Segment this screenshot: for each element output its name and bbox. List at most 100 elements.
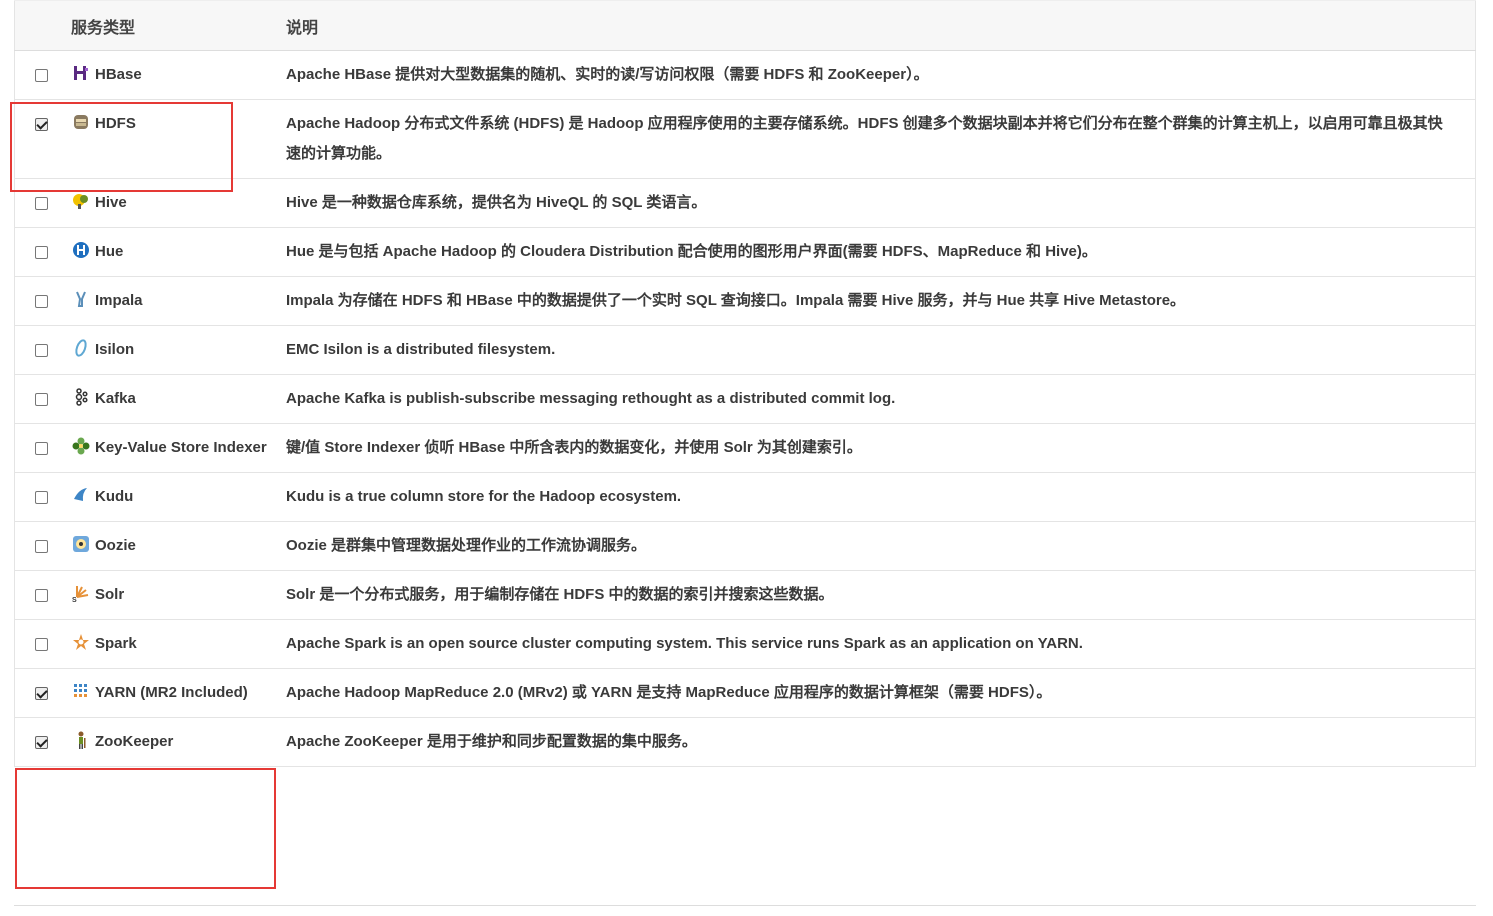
service-checkbox-solr[interactable] bbox=[35, 589, 48, 602]
hive-icon bbox=[71, 191, 91, 211]
service-name: HDFS bbox=[95, 115, 136, 132]
service-checkbox-cell bbox=[14, 325, 71, 375]
service-checkbox-kudu[interactable] bbox=[35, 491, 48, 504]
service-row-oozie: Oozie Oozie 是群集中管理数据处理作业的工作流协调服务。 bbox=[14, 521, 1476, 571]
header-service-type: 服务类型 bbox=[71, 0, 286, 51]
service-checkbox-yarn-mr2-included[interactable] bbox=[35, 687, 48, 700]
service-name: Hive bbox=[95, 194, 127, 211]
service-row-zookeeper: ZooKeeper Apache ZooKeeper 是用于维护和同步配置数据的集… bbox=[14, 717, 1476, 767]
service-row-solr: S Solr Solr 是一个分布式服务，用于编制存储在 HDFS 中的数据的索引并… bbox=[14, 570, 1476, 620]
service-checkbox-cell bbox=[14, 472, 71, 522]
service-description: Apache Hadoop 分布式文件系统 (HDFS) 是 Hadoop 应用… bbox=[286, 99, 1476, 179]
services-table-body: HBase Apache HBase 提供对大型数据集的随机、实时的读/写访问权限… bbox=[14, 50, 1476, 767]
service-checkbox-isilon[interactable] bbox=[35, 344, 48, 357]
service-checkbox-cell bbox=[14, 570, 71, 620]
service-checkbox-cell bbox=[14, 668, 71, 718]
kafka-icon bbox=[71, 387, 91, 407]
service-description: Hive 是一种数据仓库系统，提供名为 HiveQL 的 SQL 类语言。 bbox=[286, 178, 1476, 228]
service-row-spark: Spark Apache Spark is an open source clus… bbox=[14, 619, 1476, 669]
highlight-box-yarn-zookeeper bbox=[15, 768, 276, 889]
service-row-yarn-mr2-included: YARN (MR2 Included) Apache Hadoop MapRedu… bbox=[14, 668, 1476, 718]
service-row-hive: Hive Hive 是一种数据仓库系统，提供名为 HiveQL 的 SQL 类语言… bbox=[14, 178, 1476, 228]
service-name-cell: S Solr bbox=[71, 570, 286, 620]
service-description: Impala 为存储在 HDFS 和 HBase 中的数据提供了一个实时 SQL… bbox=[286, 276, 1476, 326]
service-description: Kudu is a true column store for the Hado… bbox=[286, 472, 1476, 522]
hbase-icon bbox=[71, 63, 91, 83]
service-description: 键/值 Store Indexer 侦听 HBase 中所含表内的数据变化，并使… bbox=[286, 423, 1476, 473]
service-name: Key-Value Store Indexer bbox=[95, 439, 267, 456]
service-name: Kudu bbox=[95, 488, 134, 505]
service-description: Apache Hadoop MapReduce 2.0 (MRv2) 或 YAR… bbox=[286, 668, 1476, 718]
service-name-cell: Hive bbox=[71, 178, 286, 228]
service-description: Hue 是与包括 Apache Hadoop 的 Cloudera Distri… bbox=[286, 227, 1476, 277]
service-description: Oozie 是群集中管理数据处理作业的工作流协调服务。 bbox=[286, 521, 1476, 571]
service-description: Apache ZooKeeper 是用于维护和同步配置数据的集中服务。 bbox=[286, 717, 1476, 767]
service-checkbox-cell bbox=[14, 227, 71, 277]
service-checkbox-cell bbox=[14, 50, 71, 100]
service-name-cell: YARN (MR2 Included) bbox=[71, 668, 286, 718]
service-name-cell: Key-Value Store Indexer bbox=[71, 423, 286, 473]
service-checkbox-key-value-store-indexer[interactable] bbox=[35, 442, 48, 455]
service-row-hue: Hue Hue 是与包括 Apache Hadoop 的 Cloudera Dis… bbox=[14, 227, 1476, 277]
service-checkbox-cell bbox=[14, 521, 71, 571]
service-row-kafka: Kafka Apache Kafka is publish-subscribe m… bbox=[14, 374, 1476, 424]
service-name-cell: Hue bbox=[71, 227, 286, 277]
service-checkbox-zookeeper[interactable] bbox=[35, 736, 48, 749]
service-checkbox-cell bbox=[14, 374, 71, 424]
service-name-cell: ZooKeeper bbox=[71, 717, 286, 767]
service-name: Impala bbox=[95, 292, 143, 309]
hdfs-icon bbox=[71, 112, 91, 132]
service-name: HBase bbox=[95, 66, 142, 83]
service-name: ZooKeeper bbox=[95, 733, 174, 750]
impala-icon bbox=[71, 289, 91, 309]
service-selection-panel: 服务类型 说明 HBase Apache HBase 提供对大型数据集的随机、实时… bbox=[14, 0, 1476, 767]
service-description: Apache Spark is an open source cluster c… bbox=[286, 619, 1476, 669]
key-value-store-icon bbox=[71, 436, 91, 456]
service-checkbox-cell bbox=[14, 423, 71, 473]
service-name: Oozie bbox=[95, 537, 136, 554]
service-checkbox-hbase[interactable] bbox=[35, 69, 48, 82]
service-checkbox-kafka[interactable] bbox=[35, 393, 48, 406]
service-name: Solr bbox=[95, 586, 125, 603]
service-name: Kafka bbox=[95, 390, 136, 407]
hue-icon bbox=[71, 240, 91, 260]
service-name-cell: HDFS bbox=[71, 99, 286, 179]
service-name-cell: HBase bbox=[71, 50, 286, 100]
header-description: 说明 bbox=[286, 0, 1476, 51]
service-checkbox-hdfs[interactable] bbox=[35, 118, 48, 131]
service-checkbox-spark[interactable] bbox=[35, 638, 48, 651]
service-name-cell: Isilon bbox=[71, 325, 286, 375]
service-row-kudu: Kudu Kudu is a true column store for the … bbox=[14, 472, 1476, 522]
service-name-cell: Impala bbox=[71, 276, 286, 326]
service-name: YARN (MR2 Included) bbox=[95, 684, 248, 701]
svg-text:S: S bbox=[72, 597, 77, 603]
service-description: Solr 是一个分布式服务，用于编制存储在 HDFS 中的数据的索引并搜索这些数… bbox=[286, 570, 1476, 620]
service-checkbox-cell bbox=[14, 178, 71, 228]
service-row-key-value-store-indexer: Key-Value Store Indexer 键/值 Store Indexer… bbox=[14, 423, 1476, 473]
service-row-impala: Impala Impala 为存储在 HDFS 和 HBase 中的数据提供了一个… bbox=[14, 276, 1476, 326]
service-name: Hue bbox=[95, 243, 124, 260]
service-name: Spark bbox=[95, 635, 137, 652]
service-name-cell: Kudu bbox=[71, 472, 286, 522]
service-name-cell: Spark bbox=[71, 619, 286, 669]
service-checkbox-oozie[interactable] bbox=[35, 540, 48, 553]
service-name: Isilon bbox=[95, 341, 135, 358]
header-checkbox-column bbox=[14, 0, 71, 51]
service-checkbox-cell bbox=[14, 717, 71, 767]
spark-icon bbox=[71, 632, 91, 652]
service-row-isilon: Isilon EMC Isilon is a distributed filesy… bbox=[14, 325, 1476, 375]
table-header-row: 服务类型 说明 bbox=[14, 0, 1476, 51]
service-checkbox-impala[interactable] bbox=[35, 295, 48, 308]
kudu-icon bbox=[71, 485, 91, 505]
service-description: Apache HBase 提供对大型数据集的随机、实时的读/写访问权限（需要 H… bbox=[286, 50, 1476, 100]
service-checkbox-hive[interactable] bbox=[35, 197, 48, 210]
service-checkbox-cell bbox=[14, 99, 71, 179]
service-checkbox-cell bbox=[14, 619, 71, 669]
isilon-icon bbox=[71, 338, 91, 358]
service-row-hbase: HBase Apache HBase 提供对大型数据集的随机、实时的读/写访问权限… bbox=[14, 50, 1476, 100]
services-table: 服务类型 说明 HBase Apache HBase 提供对大型数据集的随机、实时… bbox=[14, 0, 1476, 767]
service-checkbox-hue[interactable] bbox=[35, 246, 48, 259]
bottom-divider bbox=[14, 905, 1476, 906]
zookeeper-icon bbox=[71, 730, 91, 750]
service-description: EMC Isilon is a distributed filesystem. bbox=[286, 325, 1476, 375]
